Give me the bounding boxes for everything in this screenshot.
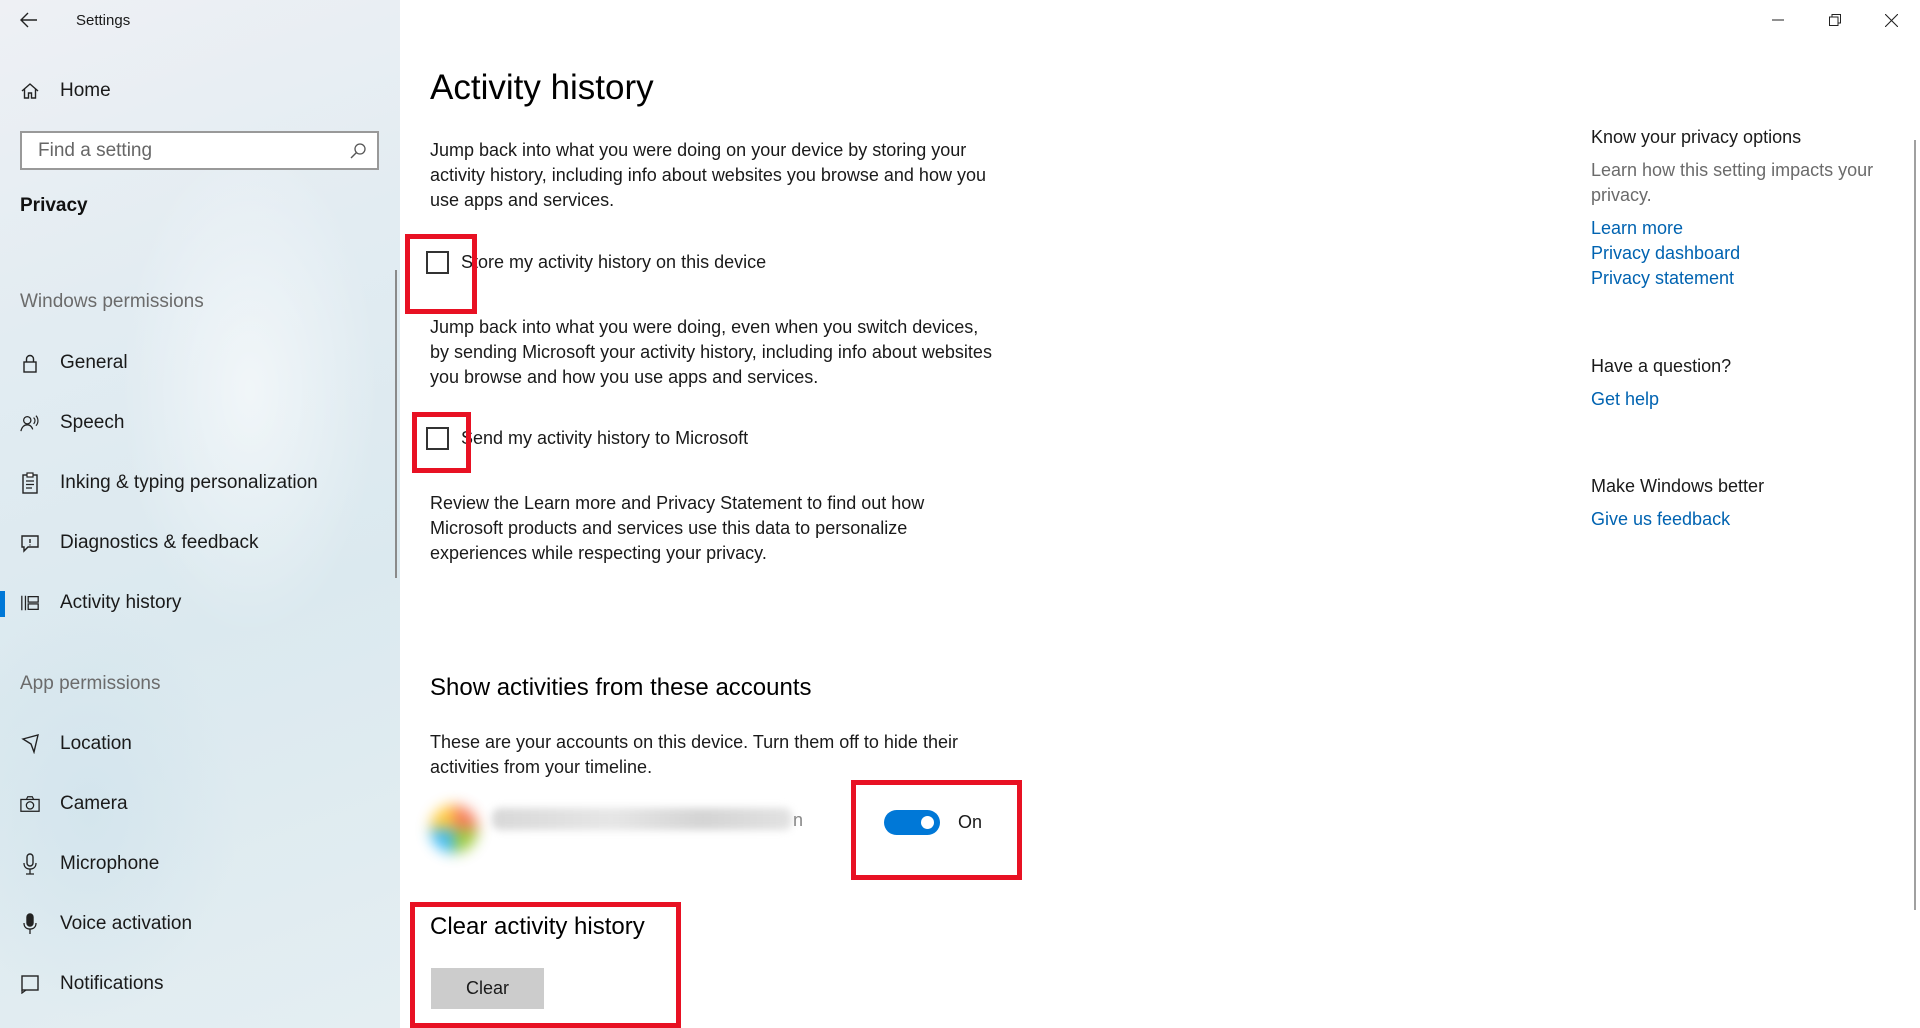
account-name-tail: n	[793, 810, 804, 830]
section-title-privacy: Privacy	[20, 195, 88, 216]
send-history-description: Jump back into what you were doing, even…	[430, 317, 992, 387]
accounts-description: These are your accounts on this device. …	[430, 732, 958, 777]
camera-icon	[20, 794, 40, 814]
location-icon	[20, 734, 40, 754]
minimize-icon	[1771, 19, 1784, 21]
sidebar-item-microphone[interactable]: Microphone	[0, 834, 400, 894]
question-heading: Have a question?	[1591, 356, 1732, 376]
sidebar-item-general[interactable]: General	[0, 333, 400, 393]
privacy-options-text: Learn how this setting impacts your priv…	[1591, 160, 1874, 205]
back-button[interactable]	[0, 0, 58, 40]
restore-icon	[1828, 14, 1841, 26]
sidebar-item-label: Voice activation	[60, 913, 193, 934]
search-icon[interactable]	[349, 142, 367, 165]
speech-icon	[20, 413, 40, 433]
sidebar-scrollbar[interactable]	[395, 270, 397, 578]
voice-icon	[20, 913, 40, 934]
store-history-option[interactable]: Store my activity history on this device	[426, 251, 766, 274]
sidebar-item-notifications[interactable]: Notifications	[0, 954, 400, 1014]
highlight-box	[412, 412, 471, 473]
feedback-icon	[20, 533, 40, 553]
lock-icon	[20, 353, 40, 373]
privacy-dashboard-link[interactable]: Privacy dashboard	[1591, 241, 1911, 266]
sidebar-item-label: Camera	[60, 793, 128, 814]
app-title: Settings	[76, 11, 131, 29]
privacy-options-heading: Know your privacy options	[1591, 127, 1802, 147]
sidebar-item-label: Location	[60, 733, 132, 754]
feedback-panel: Make Windows better Give us feedback	[1591, 476, 1911, 532]
back-arrow-icon	[20, 12, 37, 28]
window-controls	[1749, 0, 1920, 40]
give-feedback-link[interactable]: Give us feedback	[1591, 507, 1911, 532]
send-history-label[interactable]: Send my activity history to Microsoft	[461, 428, 748, 449]
clipboard-icon	[20, 472, 40, 494]
sidebar-item-voice-activation[interactable]: Voice activation	[0, 894, 400, 954]
make-windows-better-heading: Make Windows better	[1591, 476, 1765, 496]
sidebar-item-speech[interactable]: Speech	[0, 393, 400, 453]
app-permissions-list: Location Camera Microphone Voice activat…	[0, 714, 400, 1014]
main-scrollbar[interactable]	[1914, 140, 1916, 910]
search-input[interactable]	[36, 138, 336, 163]
sidebar-item-label: Inking & typing personalization	[60, 472, 318, 493]
account-name-redacted	[492, 808, 792, 830]
get-help-link[interactable]: Get help	[1591, 387, 1911, 412]
privacy-statement-link[interactable]: Privacy statement	[1591, 266, 1911, 291]
highlight-box	[851, 780, 1022, 880]
sidebar-item-home[interactable]: Home	[0, 72, 400, 110]
restore-button[interactable]	[1806, 0, 1863, 40]
store-history-label[interactable]: Store my activity history on this device	[461, 252, 766, 273]
page-title: Activity history	[430, 68, 654, 107]
avatar	[430, 805, 478, 853]
microphone-icon	[20, 853, 40, 875]
sidebar-item-label: Diagnostics & feedback	[60, 532, 259, 553]
sidebar-item-inking-typing[interactable]: Inking & typing personalization	[0, 453, 400, 513]
sidebar-item-label: General	[60, 352, 128, 373]
learn-more-link[interactable]: Learn more	[1591, 216, 1911, 241]
highlight-box	[405, 234, 477, 314]
close-button[interactable]	[1863, 0, 1920, 40]
review-text: Review the Learn more and Privacy Statem…	[430, 493, 925, 563]
sidebar-item-diagnostics[interactable]: Diagnostics & feedback	[0, 513, 400, 573]
intro-text: Jump back into what you were doing on yo…	[430, 140, 986, 210]
highlight-box	[410, 902, 681, 1028]
group-header-app-permissions: App permissions	[20, 673, 161, 694]
sidebar-item-label: Speech	[60, 412, 125, 433]
accounts-heading: Show activities from these accounts	[430, 674, 812, 701]
main-content: Activity history Jump back into what you…	[400, 0, 1920, 1028]
sidebar-item-label: Notifications	[60, 973, 164, 994]
privacy-options-panel: Know your privacy options Learn how this…	[1591, 127, 1911, 291]
question-panel: Have a question? Get help	[1591, 356, 1911, 412]
sidebar-item-label: Activity history	[60, 592, 182, 613]
group-header-windows-permissions: Windows permissions	[20, 291, 204, 312]
windows-permissions-list: General Speech Inking & typing personali…	[0, 333, 400, 633]
sidebar-item-activity-history[interactable]: Activity history	[0, 573, 400, 633]
activity-icon	[20, 593, 40, 613]
minimize-button[interactable]	[1749, 0, 1806, 40]
sidebar-item-camera[interactable]: Camera	[0, 774, 400, 834]
sidebar-item-label: Home	[60, 80, 111, 101]
title-bar-left: Settings	[0, 0, 400, 40]
send-history-option[interactable]: Send my activity history to Microsoft	[426, 427, 748, 450]
home-icon	[20, 81, 40, 101]
search-box[interactable]	[20, 131, 379, 170]
sidebar-item-label: Microphone	[60, 853, 160, 874]
sidebar: Settings Home Privacy Windows permission…	[0, 0, 400, 1028]
account-row	[430, 800, 810, 860]
sidebar-item-location[interactable]: Location	[0, 714, 400, 774]
notifications-icon	[20, 974, 40, 994]
close-icon	[1885, 13, 1898, 27]
